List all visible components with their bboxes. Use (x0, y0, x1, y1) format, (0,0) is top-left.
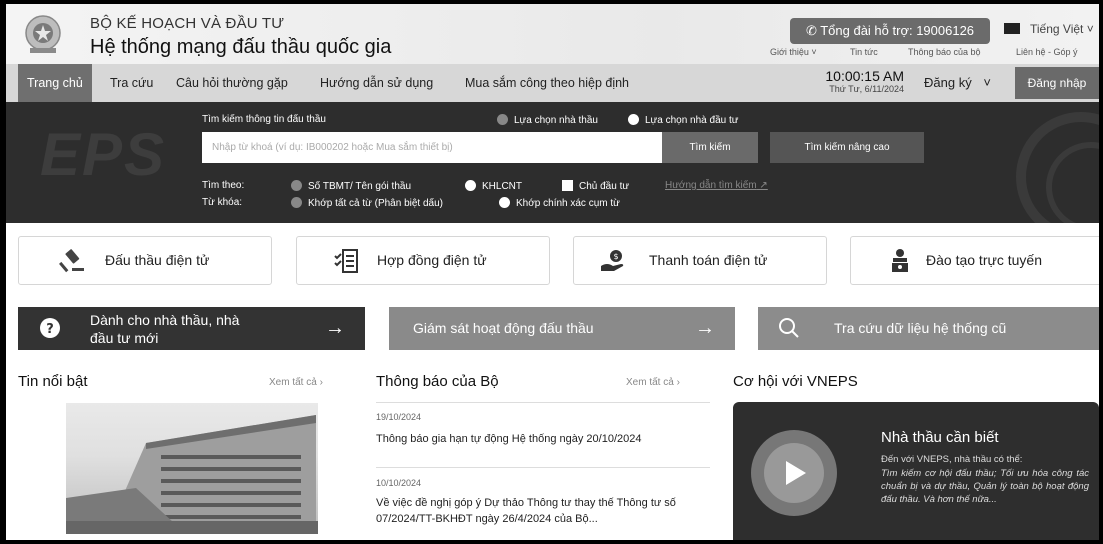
search-icon (779, 318, 799, 338)
radio-selected-icon (499, 197, 510, 208)
link-news[interactable]: Tin tức (850, 47, 878, 57)
page: BỘ KẾ HOẠCH VÀ ĐẦU TƯ Hệ thống mạng đấu … (6, 4, 1099, 540)
find-by-package[interactable]: Số TBMT/ Tên gói thầu (291, 180, 411, 192)
search-button[interactable]: Tìm kiếm (662, 132, 758, 163)
find-by-label: Tìm theo: (202, 180, 245, 191)
notice-title[interactable]: Về việc đề nghị góp ý Dự thảo Thông tư t… (376, 495, 710, 527)
nav-user-guide[interactable]: Hướng dẫn sử dụng (320, 64, 433, 102)
featured-news-title: Tin nổi bật (18, 373, 88, 390)
opportunities-title: Cơ hội với VNEPS (733, 373, 858, 390)
feature-label: Đấu thầu điện tử (105, 252, 210, 268)
promo-body: Tìm kiếm cơ hội đấu thầu; Tối ưu hóa côn… (881, 468, 1089, 505)
hotline-label: Tổng đài hỗ trợ: 19006126 (820, 23, 975, 38)
national-emblem-icon[interactable] (18, 14, 68, 56)
vneps-promo-card[interactable]: Nhà thầu cần biết Đến với VNEPS, nhà thầ… (733, 402, 1099, 540)
hotline-button[interactable]: ✆ Tổng đài hỗ trợ: 19006126 (790, 18, 990, 44)
legacy-data-banner[interactable]: Tra cứu dữ liệu hệ thống cũ (758, 307, 1099, 350)
new-user-label: Dành cho nhà thầu, nhà đầu tư mới (90, 312, 240, 346)
featured-news-see-all[interactable]: Xem tất cả › (269, 377, 323, 388)
system-name[interactable]: Hệ thống mạng đấu thầu quốc gia (90, 36, 391, 59)
mode-option-contractor[interactable]: Lựa chọn nhà thầu (497, 114, 598, 126)
training-podium-icon (892, 249, 908, 272)
main-nav: Trang chủ Tra cứu Câu hỏi thường gặp Hướ… (6, 64, 1099, 102)
search-input[interactable]: Nhập từ khoá (ví dụ: IB000202 hoặc Mua s… (202, 132, 662, 163)
clock: 10:00:15 AM Thứ Tư, 6/11/2024 (804, 68, 904, 95)
ministry-notices-see-all[interactable]: Xem tất cả › (626, 377, 680, 388)
promo-title: Nhà thầu cần biết (881, 429, 999, 446)
register-dropdown[interactable]: Đăng ký ˅ (924, 64, 991, 102)
feature-e-bidding[interactable]: Đấu thầu điện tử (18, 236, 272, 285)
nav-faq[interactable]: Câu hỏi thường gặp (176, 64, 288, 102)
search-guide-link[interactable]: Hướng dẫn tìm kiếm ↗ (665, 180, 768, 191)
divider (376, 402, 710, 403)
flag-icon (1004, 23, 1020, 34)
keyword-match-exact[interactable]: Khớp chính xác cụm từ (499, 197, 620, 209)
radio-selected-icon (465, 180, 476, 191)
arrow-right-icon: → (325, 317, 345, 339)
nav-home[interactable]: Trang chủ (18, 64, 92, 102)
feature-label: Đào tạo trực tuyến (926, 252, 1042, 268)
phone-icon: ✆ (805, 23, 817, 38)
svg-text:$: $ (613, 252, 618, 261)
notice-date: 10/10/2024 (376, 478, 422, 488)
building-illustration (66, 415, 318, 534)
video-play-button[interactable] (751, 430, 837, 516)
radio-icon (497, 114, 508, 125)
legacy-data-label: Tra cứu dữ liệu hệ thống cũ (834, 320, 1007, 336)
mode-option-investor[interactable]: Lựa chọn nhà đầu tư (628, 114, 738, 126)
bid-monitoring-banner[interactable]: Giám sát hoạt động đấu thầu → (389, 307, 735, 350)
feature-e-payment[interactable]: $ Thanh toán điện tử (573, 236, 827, 285)
login-button[interactable]: Đăng nhập (1015, 67, 1099, 99)
keyword-label: Từ khóa: (202, 197, 243, 208)
gavel-icon (59, 249, 84, 273)
radio-icon (291, 197, 302, 208)
vneps-watermark: EPS (40, 121, 167, 188)
payment-hand-icon: $ (601, 250, 624, 271)
question-icon: ? (40, 318, 60, 338)
clock-date: Thứ Tư, 6/11/2024 (829, 84, 904, 94)
radio-selected-icon (628, 114, 639, 125)
external-link-icon: ↗ (756, 180, 768, 191)
register-label: Đăng ký (924, 75, 972, 90)
chevron-down-icon: ˅ (983, 75, 991, 90)
notice-date: 19/10/2024 (376, 412, 422, 422)
radio-icon (291, 180, 302, 191)
play-icon (786, 461, 806, 485)
link-about[interactable]: Giới thiệu ˅ (770, 47, 817, 57)
find-by-investor[interactable]: Chủ đầu tư (562, 180, 629, 192)
chevron-down-icon: ˅ (1083, 22, 1094, 36)
bid-monitoring-label: Giám sát hoạt động đấu thầu (413, 320, 594, 336)
clock-time: 10:00:15 AM (825, 68, 904, 84)
feature-e-contract[interactable]: Hợp đồng điện tử (296, 236, 550, 285)
nav-public-procurement[interactable]: Mua sắm công theo hiệp định (465, 64, 629, 102)
ministry-notices-title: Thông báo của Bộ (376, 373, 499, 390)
org-name: BỘ KẾ HOẠCH VÀ ĐẦU TƯ (90, 15, 285, 32)
search-panel: EPS Tìm kiếm thông tin đấu thầu Lựa chọn… (6, 102, 1099, 223)
arrow-right-icon: → (695, 317, 715, 339)
feature-online-training[interactable]: Đào tạo trực tuyến (850, 236, 1099, 285)
site-header: BỘ KẾ HOẠCH VÀ ĐẦU TƯ Hệ thống mạng đấu … (6, 4, 1099, 64)
language-label: Tiếng Việt (1030, 22, 1084, 36)
svg-text:?: ? (46, 322, 54, 337)
promo-subtitle: Đến với VNEPS, nhà thầu có thể: (881, 454, 1023, 465)
find-by-khlcnt[interactable]: KHLCNT (465, 180, 522, 192)
keyword-match-all[interactable]: Khớp tất cả từ (Phân biệt dấu) (291, 197, 443, 209)
divider (376, 467, 710, 468)
advanced-search-button[interactable]: Tìm kiếm nâng cao (770, 132, 924, 163)
language-selector[interactable]: Tiếng Việt ˅ (1004, 22, 1094, 36)
feature-label: Hợp đồng điện tử (377, 252, 487, 268)
checkbox-icon (562, 180, 573, 191)
feature-label: Thanh toán điện tử (649, 252, 768, 268)
search-title: Tìm kiếm thông tin đấu thầu (202, 114, 326, 125)
notice-title[interactable]: Thông báo gia hạn tự động Hệ thống ngày … (376, 431, 710, 447)
new-user-banner[interactable]: ? Dành cho nhà thầu, nhà đầu tư mới → (18, 307, 365, 350)
contract-list-icon (334, 249, 358, 273)
link-ministry-notices[interactable]: Thông báo của bộ (908, 47, 981, 57)
nav-lookup[interactable]: Tra cứu (110, 64, 153, 102)
link-contact[interactable]: Liên hệ - Góp ý (1016, 47, 1078, 57)
featured-news-image[interactable] (66, 403, 318, 534)
